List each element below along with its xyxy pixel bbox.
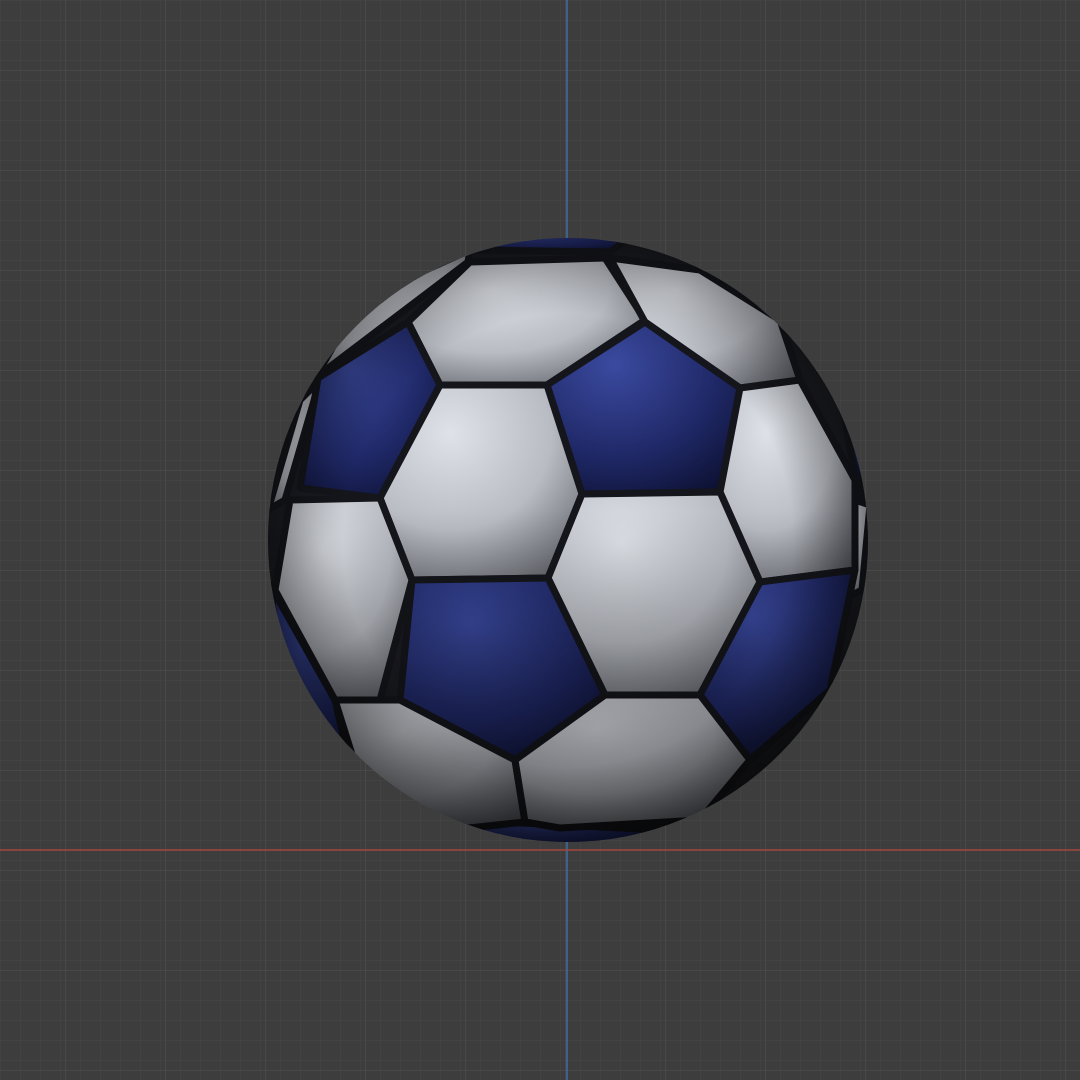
ball-bottom-shadow: [268, 238, 868, 842]
viewport-canvas[interactable]: [0, 0, 1080, 1080]
3d-viewport[interactable]: [0, 0, 1080, 1080]
